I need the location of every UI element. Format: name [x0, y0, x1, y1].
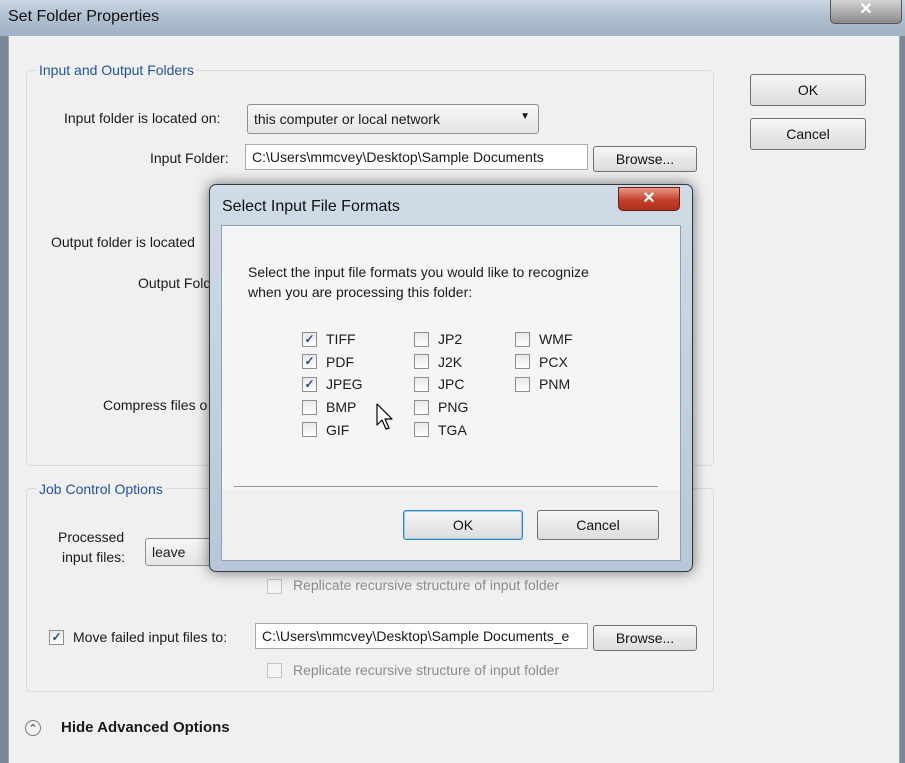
- move-failed-label: Move failed input files to:: [73, 629, 228, 645]
- input-formats-dialog: Select Input File Formats ✕ Select the i…: [209, 184, 693, 572]
- move-failed-value: C:\Users\mmcvey\Desktop\Sample Documents…: [262, 628, 570, 644]
- modal-content-panel: Select the input file formats you would …: [222, 226, 680, 490]
- format-checkbox-j2k[interactable]: [414, 354, 429, 369]
- replicate-input-checkbox[interactable]: [267, 579, 282, 594]
- format-label-jpeg: JPEG: [326, 376, 363, 392]
- check-icon: ✓: [304, 332, 315, 346]
- outer-close-button[interactable]: ✕: [830, 0, 902, 24]
- input-location-select[interactable]: this computer or local network ▼: [247, 104, 539, 134]
- format-checkbox-gif[interactable]: [302, 422, 317, 437]
- modal-instruction-line2: when you are processing this folder:: [248, 284, 473, 300]
- move-failed-field[interactable]: C:\Users\mmcvey\Desktop\Sample Documents…: [255, 623, 588, 649]
- replicate-input-label: Replicate recursive structure of input f…: [293, 577, 560, 593]
- format-checkbox-jpeg[interactable]: ✓: [302, 377, 317, 392]
- format-label-pnm: PNM: [539, 376, 571, 392]
- format-checkbox-tga[interactable]: [414, 422, 429, 437]
- outer-title-bar: Set Folder Properties ✕: [0, 0, 905, 36]
- modal-title: Select Input File Formats: [222, 198, 400, 215]
- collapse-icon[interactable]: ⌃: [25, 720, 41, 736]
- io-group-label: Input and Output Folders: [36, 62, 197, 78]
- format-checkbox-pcx[interactable]: [515, 354, 530, 369]
- format-label-jpc: JPC: [438, 376, 465, 392]
- format-checkbox-jpc[interactable]: [414, 377, 429, 392]
- format-label-pdf: PDF: [326, 354, 354, 370]
- format-label-bmp: BMP: [326, 399, 357, 415]
- close-icon: ✕: [642, 190, 656, 207]
- modal-ok-button[interactable]: OK: [403, 510, 523, 540]
- processed-label-line2: input files:: [62, 549, 126, 565]
- outer-cancel-button[interactable]: Cancel: [750, 118, 866, 150]
- collapse-glyph: ⌃: [28, 723, 38, 735]
- move-failed-browse-button[interactable]: Browse...: [593, 625, 697, 651]
- check-icon: ✓: [51, 630, 62, 644]
- replicate-failed-label: Replicate recursive structure of input f…: [293, 662, 560, 678]
- input-folder-value: C:\Users\mmcvey\Desktop\Sample Documents: [252, 149, 544, 165]
- format-label-png: PNG: [438, 399, 469, 415]
- move-failed-checkbox[interactable]: ✓: [49, 630, 64, 645]
- format-label-j2k: J2K: [438, 354, 463, 370]
- format-label-tiff: TIFF: [326, 331, 356, 347]
- mouse-cursor-icon: [376, 403, 393, 430]
- output-location-label: Output folder is located: [51, 234, 195, 250]
- format-label-pcx: PCX: [539, 354, 568, 370]
- format-label-wmf: WMF: [539, 331, 573, 347]
- input-folder-label: Input Folder:: [150, 150, 229, 166]
- format-checkbox-tiff[interactable]: ✓: [302, 332, 317, 347]
- format-checkbox-jp2[interactable]: [414, 332, 429, 347]
- output-folder-label: Output Fold: [138, 275, 212, 291]
- format-checkbox-pdf[interactable]: ✓: [302, 354, 317, 369]
- check-icon: ✓: [304, 377, 315, 391]
- processed-label-line1: Processed: [58, 529, 125, 545]
- replicate-failed-checkbox[interactable]: [267, 663, 282, 678]
- format-label-jp2: JP2: [438, 331, 463, 347]
- processed-files-value: leave: [152, 544, 186, 560]
- outer-window-title: Set Folder Properties: [8, 8, 160, 25]
- format-checkbox-png[interactable]: [414, 400, 429, 415]
- close-icon: ✕: [859, 1, 873, 18]
- format-checkbox-bmp[interactable]: [302, 400, 317, 415]
- check-icon: ✓: [304, 354, 315, 368]
- job-group-label: Job Control Options: [36, 481, 166, 497]
- format-checkbox-pnm[interactable]: [515, 377, 530, 392]
- outer-ok-button[interactable]: OK: [750, 74, 866, 106]
- compress-label: Compress files o: [103, 397, 208, 413]
- dropdown-arrow-icon: ▼: [520, 111, 530, 122]
- input-location-label: Input folder is located on:: [64, 110, 221, 126]
- input-folder-field[interactable]: C:\Users\mmcvey\Desktop\Sample Documents: [245, 144, 588, 170]
- format-checkbox-wmf[interactable]: [515, 332, 530, 347]
- hide-advanced-label[interactable]: Hide Advanced Options: [61, 719, 230, 736]
- input-location-value: this computer or local network: [254, 111, 440, 127]
- modal-separator: [234, 486, 658, 487]
- format-label-gif: GIF: [326, 422, 350, 438]
- format-label-tga: TGA: [438, 422, 467, 438]
- input-browse-button[interactable]: Browse...: [593, 146, 697, 172]
- modal-close-button[interactable]: ✕: [618, 187, 680, 211]
- modal-cancel-button[interactable]: Cancel: [537, 510, 659, 540]
- modal-instruction-line1: Select the input file formats you would …: [248, 264, 589, 280]
- modal-client-area: Select the input file formats you would …: [221, 225, 681, 561]
